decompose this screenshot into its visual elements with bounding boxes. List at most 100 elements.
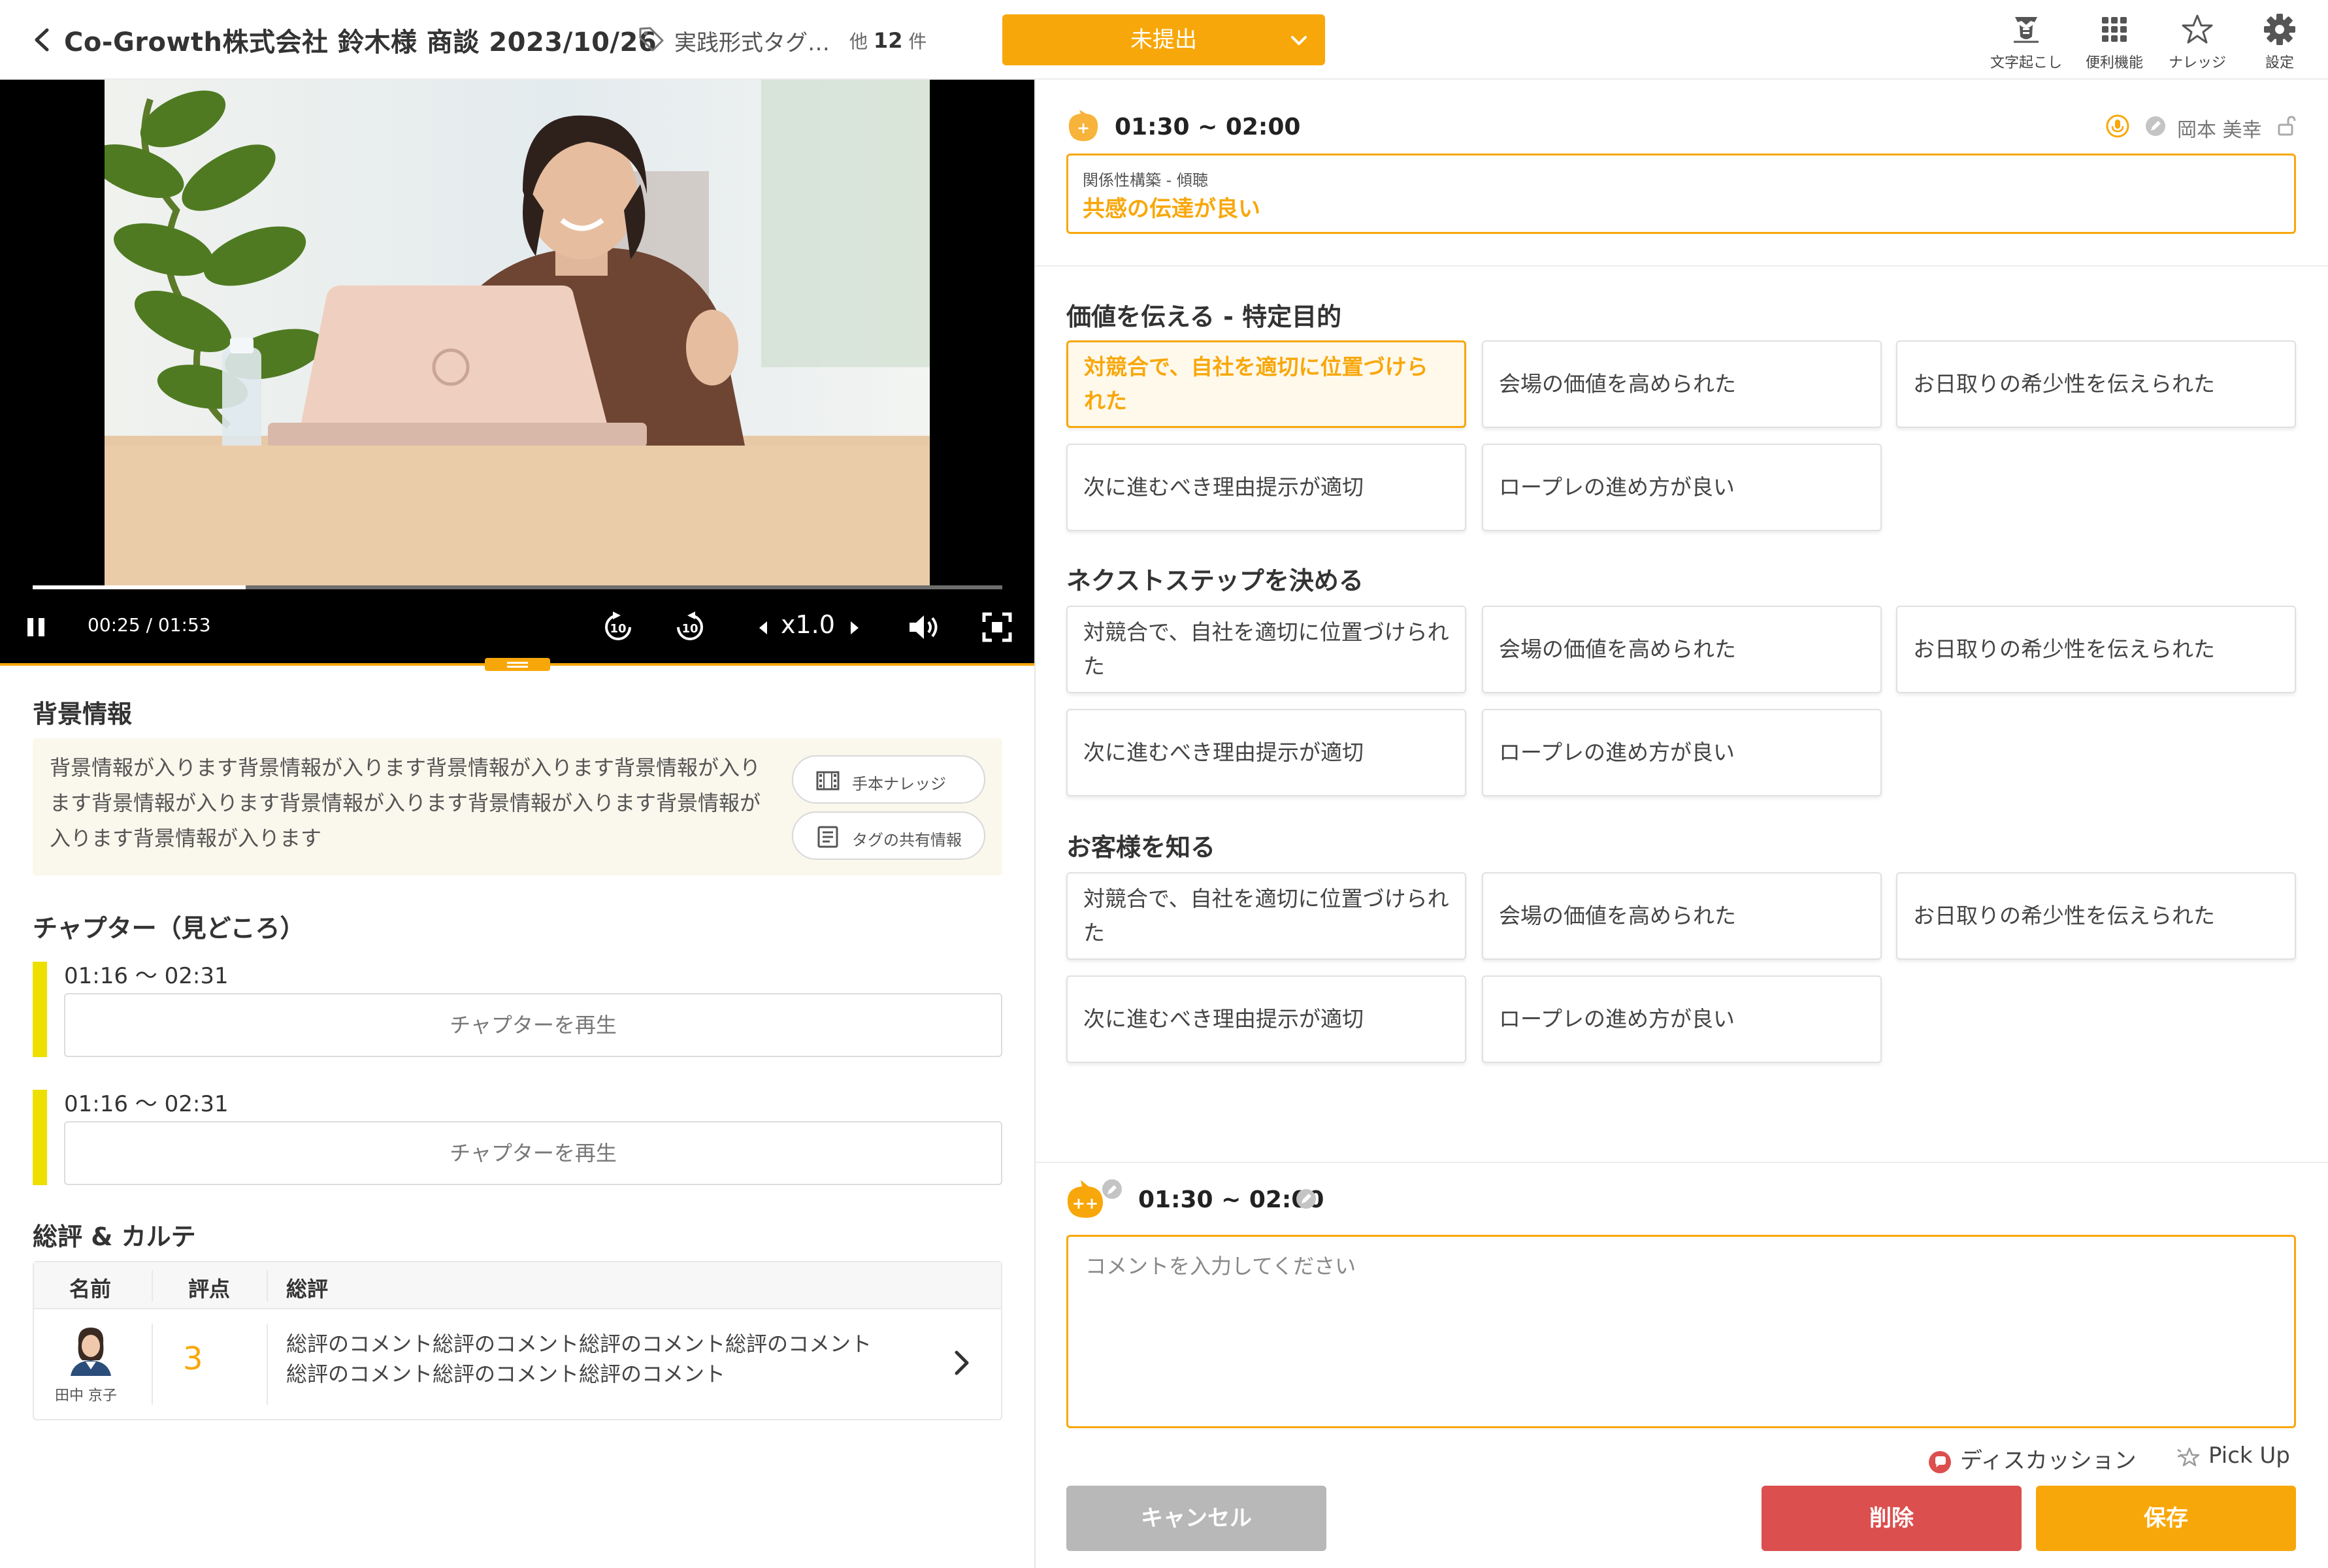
- delete-button[interactable]: 削除: [1762, 1486, 2022, 1551]
- pickup-toggle[interactable]: Pick Up: [2176, 1443, 2290, 1469]
- cancel-button[interactable]: キャンセル: [1066, 1486, 1326, 1551]
- tag-option[interactable]: ロープレの進め方が良い: [1482, 444, 1882, 531]
- tag-share-info-button[interactable]: タグの共有情報: [792, 811, 985, 860]
- svg-text:+: +: [1077, 119, 1090, 137]
- selected-tag-box[interactable]: 関係性構築 - 傾聴 共感の伝達が良い: [1066, 154, 2296, 234]
- tag-option[interactable]: ロープレの進め方が良い: [1482, 709, 1882, 796]
- tag-group-title: ネクストステップを決める: [1066, 566, 1364, 595]
- utilities-button[interactable]: 便利機能: [2072, 9, 2157, 74]
- edit-icon[interactable]: [1295, 1188, 1317, 1210]
- tag-option[interactable]: 対競合で、自社を適切に位置づけられた: [1066, 872, 1466, 960]
- pickup-star-icon: [2177, 1447, 2200, 1466]
- segment-user: 岡本 美幸: [2177, 119, 2262, 142]
- tag-group-title: お客様を知る: [1066, 833, 1216, 862]
- column-header-score: 評点: [188, 1277, 231, 1301]
- tag-option[interactable]: お日取りの希少性を伝えられた: [1896, 606, 2296, 693]
- chapter-play-button[interactable]: チャプターを再生: [64, 993, 1002, 1057]
- chevron-down-icon: [1291, 36, 1307, 45]
- status-label: 未提出: [1130, 27, 1197, 53]
- resize-handle[interactable]: [485, 658, 550, 671]
- table-row[interactable]: 田中 京子 3 総評のコメント総評のコメント総評のコメント総評のコメント 総評の…: [34, 1309, 1001, 1419]
- segment-time: 01:30 ~ 02:00: [1115, 114, 1301, 140]
- chapter-marker: [33, 962, 47, 1057]
- tag-option[interactable]: 次に進むべき理由提示が適切: [1066, 975, 1466, 1063]
- grid-icon: [2102, 17, 2127, 42]
- background-title: 背景情報: [33, 700, 133, 728]
- chapter-time: 01:16 〜 02:31: [64, 963, 229, 989]
- star-icon: [2182, 14, 2213, 44]
- app-header: Co-Growth株式会社 鈴木様 商談 2023/10/26 実践形式タグ… …: [0, 0, 2328, 80]
- segment-badge-icon: +: [1068, 110, 1098, 141]
- tag-group-title: 価値を伝える - 特定目的: [1066, 302, 1342, 331]
- avatar: [65, 1324, 116, 1376]
- review-score: 3: [183, 1341, 203, 1377]
- background-info-box: 背景情報が入ります背景情報が入ります背景情報が入ります背景情報が入ります背景情報…: [33, 738, 1002, 875]
- discussion-toggle[interactable]: ディスカッション: [1927, 1443, 2137, 1475]
- panel-divider: [1034, 80, 1036, 1568]
- tag-option[interactable]: 次に進むべき理由提示が適切: [1066, 709, 1466, 796]
- gear-icon: [2264, 14, 2295, 45]
- comment-input[interactable]: [1066, 1235, 2296, 1428]
- edit-icon[interactable]: [2144, 115, 2167, 137]
- chevron-right-icon[interactable]: [949, 1343, 975, 1382]
- document-icon: [817, 826, 838, 848]
- column-header-comment: 総評: [286, 1277, 329, 1301]
- chapters-title: チャプター（見どころ）: [33, 914, 305, 943]
- unlock-icon[interactable]: [2276, 115, 2296, 137]
- knowledge-button[interactable]: ナレッジ: [2155, 9, 2240, 74]
- discussion-icon: [1929, 1450, 1951, 1473]
- tag-option[interactable]: 会場の価値を高められた: [1482, 872, 1882, 960]
- save-button[interactable]: 保存: [2036, 1486, 2296, 1551]
- reviewer-name: 田中 京子: [55, 1388, 117, 1404]
- tag-other-count[interactable]: 他 12 件: [849, 27, 926, 54]
- rewind-10-icon[interactable]: 10: [600, 609, 636, 645]
- plusplus-badge-icon: ++: [1067, 1179, 1122, 1218]
- playback-speed[interactable]: x1.0: [781, 610, 835, 639]
- tag-option[interactable]: 次に進むべき理由提示が適切: [1066, 444, 1466, 531]
- selected-tag-name: 共感の伝達が良い: [1083, 196, 1260, 222]
- back-chevron-icon[interactable]: [26, 24, 59, 56]
- chapter-marker: [33, 1090, 47, 1185]
- status-dropdown[interactable]: 未提出: [1002, 14, 1325, 65]
- video-frame: [105, 80, 930, 586]
- tag-option[interactable]: お日取りの希少性を伝えられた: [1896, 340, 2296, 428]
- svg-text:++: ++: [1072, 1194, 1098, 1213]
- tag-option[interactable]: 会場の価値を高められた: [1482, 606, 1882, 693]
- video-seekbar-fill: [33, 585, 246, 589]
- svg-text:10: 10: [681, 622, 698, 636]
- video-player[interactable]: 00:25 / 01:53 10 10 x1.0: [0, 80, 1034, 663]
- review-table-header: 名前 評点 総評: [34, 1262, 1001, 1309]
- chapter-play-button[interactable]: チャプターを再生: [64, 1121, 1002, 1185]
- tag-option[interactable]: 対競合で、自社を適切に位置づけられた: [1066, 340, 1466, 428]
- tag-icon: [639, 27, 664, 52]
- mic-badge-icon: [2106, 114, 2129, 138]
- film-icon: [816, 771, 840, 791]
- forward-10-icon[interactable]: 10: [672, 609, 708, 645]
- speed-down-icon[interactable]: [755, 617, 771, 639]
- settings-button[interactable]: 設定: [2237, 9, 2322, 74]
- comment-divider: [1036, 1162, 2328, 1163]
- background-text: 背景情報が入ります背景情報が入ります背景情報が入ります背景情報が入ります背景情報…: [50, 755, 761, 851]
- pause-icon[interactable]: [25, 614, 47, 640]
- video-seekbar[interactable]: [33, 585, 1002, 589]
- tag-option[interactable]: ロープレの進め方が良い: [1482, 975, 1882, 1063]
- time-display: 00:25 / 01:53: [88, 614, 211, 636]
- chapter-time: 01:16 〜 02:31: [64, 1091, 229, 1117]
- fullscreen-icon[interactable]: [981, 612, 1013, 643]
- video-controls: 00:25 / 01:53 10 10 x1.0: [0, 601, 1034, 653]
- tag-option[interactable]: 対競合で、自社を適切に位置づけられた: [1066, 606, 1466, 693]
- selected-tag-category: 関係性構築 - 傾聴: [1083, 171, 1208, 189]
- tag-option[interactable]: 会場の価値を高められた: [1482, 340, 1882, 428]
- transcribe-icon: [2014, 17, 2039, 43]
- knowledge-example-button[interactable]: 手本ナレッジ: [792, 755, 985, 804]
- volume-icon[interactable]: [906, 612, 943, 643]
- svg-text:10: 10: [610, 622, 626, 636]
- review-table: 名前 評点 総評 田中 京子 3 総評のコメント総評のコメント総評のコメント総評…: [33, 1261, 1002, 1420]
- review-title: 総評 & カルテ: [33, 1222, 196, 1251]
- speed-up-icon[interactable]: [847, 617, 862, 639]
- tag-option[interactable]: お日取りの希少性を伝えられた: [1896, 872, 2296, 960]
- review-comment: 総評のコメント総評のコメント総評のコメント総評のコメント 総評のコメント総評のコ…: [286, 1331, 872, 1386]
- column-header-name: 名前: [69, 1277, 112, 1301]
- tag-summary[interactable]: 実践形式タグ…: [674, 25, 830, 57]
- transcribe-button[interactable]: 文字起こし: [1984, 9, 2069, 74]
